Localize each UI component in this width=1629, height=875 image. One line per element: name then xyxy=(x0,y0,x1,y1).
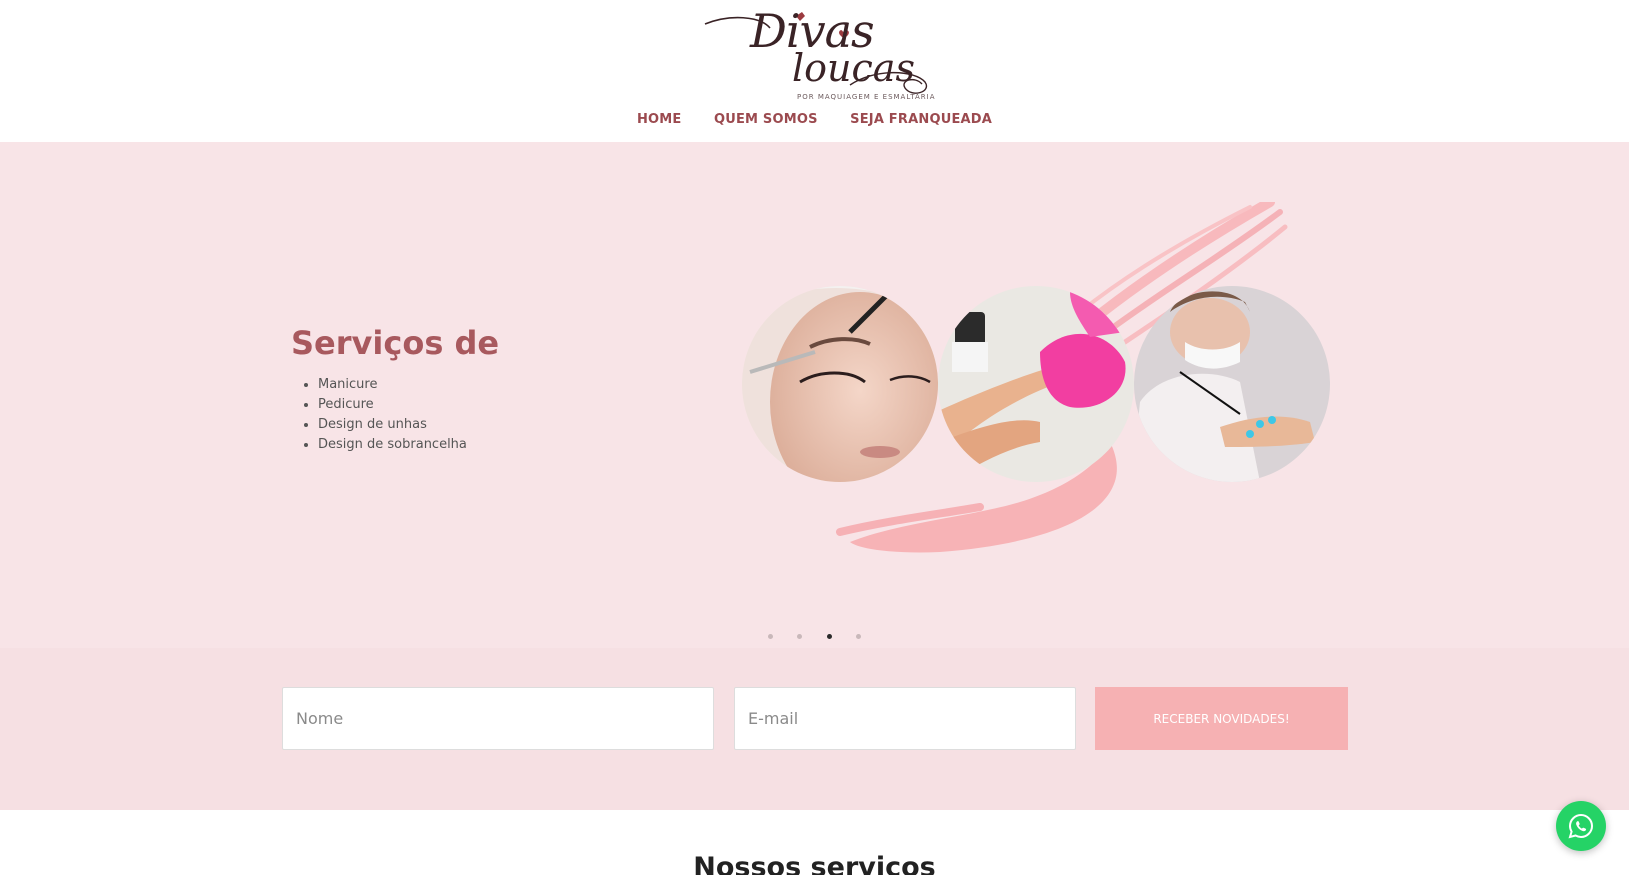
hero-artwork xyxy=(742,202,1330,553)
name-field[interactable] xyxy=(282,687,714,750)
whatsapp-icon xyxy=(1568,813,1594,839)
logo-tagline: POR MAQUIAGEM E ESMALTARIA xyxy=(797,93,936,101)
nav-quem-somos[interactable]: QUEM SOMOS xyxy=(714,112,818,127)
nail-design-photo xyxy=(1134,286,1330,482)
list-item: Pedicure xyxy=(318,395,467,415)
slider-dot-4[interactable] xyxy=(856,634,862,639)
list-item: Design de sobrancelha xyxy=(318,435,467,455)
slider-dot-1[interactable] xyxy=(767,634,773,639)
main-nav: HOME QUEM SOMOS SEJA FRANQUEADA xyxy=(0,110,1629,128)
slider-dots xyxy=(0,626,1629,644)
newsletter-form: RECEBER NOVIDADES! xyxy=(0,648,1629,810)
services-list: Manicure Pedicure Design de unhas Design… xyxy=(318,375,467,455)
subscribe-button[interactable]: RECEBER NOVIDADES! xyxy=(1095,687,1348,750)
slider-dot-2[interactable] xyxy=(797,634,803,639)
nav-seja-franqueada[interactable]: SEJA FRANQUEADA xyxy=(850,112,992,127)
hero-slider: Serviços de Manicure Pedicure Design de … xyxy=(0,142,1629,648)
section-title: Nossos serviços xyxy=(693,852,936,875)
hero-title: Serviços de xyxy=(291,324,500,362)
email-field[interactable] xyxy=(734,687,1076,750)
logo-text-loucas: loucas xyxy=(792,46,915,90)
eyebrow-design-photo xyxy=(742,286,938,482)
list-item: Manicure xyxy=(318,375,467,395)
services-section: Nossos serviços xyxy=(0,810,1629,875)
whatsapp-button[interactable] xyxy=(1556,801,1606,851)
list-item: Design de unhas xyxy=(318,415,467,435)
nav-home[interactable]: HOME xyxy=(637,112,682,127)
slider-dot-3[interactable] xyxy=(826,634,832,639)
brand-logo[interactable]: Divas loucas POR MAQUIAGEM E ESMALTARIA xyxy=(700,4,965,104)
site-header: Divas loucas POR MAQUIAGEM E ESMALTARIA … xyxy=(0,0,1629,142)
